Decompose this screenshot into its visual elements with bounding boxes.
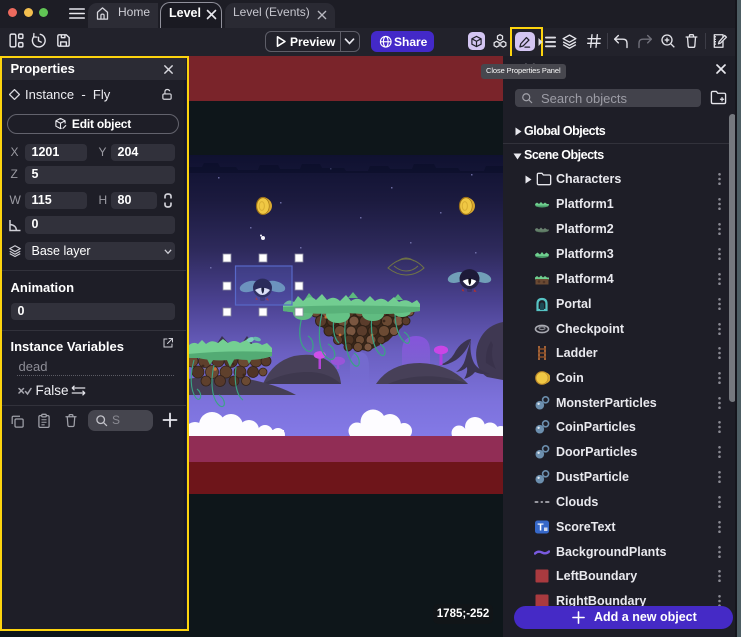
svg-text:T: T (537, 523, 543, 534)
